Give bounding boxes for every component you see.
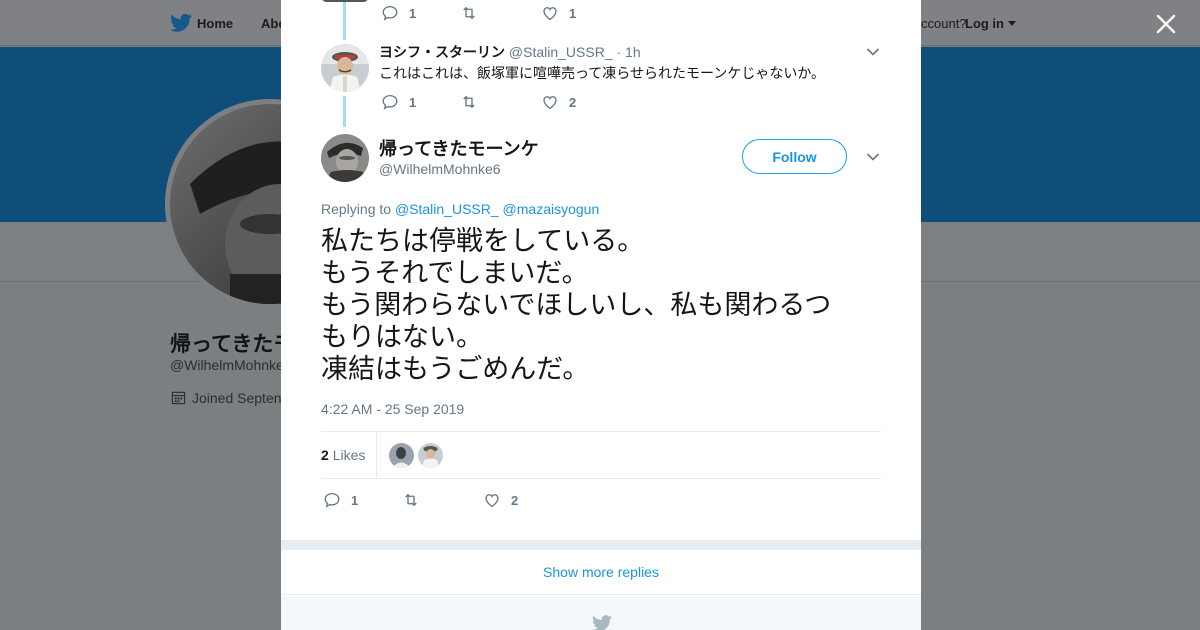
reply-author-name[interactable]: ヨシフ・スターリン — [379, 44, 505, 60]
thread-connector-top — [343, 0, 346, 40]
like-icon — [543, 96, 557, 110]
replying-to-prefix: Replying to — [321, 201, 392, 217]
chevron-down-icon[interactable] — [866, 47, 880, 57]
likes-label: Likes — [332, 447, 366, 463]
login-button[interactable]: Log in — [965, 16, 1004, 31]
close-icon[interactable] — [1154, 12, 1178, 36]
section-separator — [281, 540, 921, 550]
main-like-count: 2 — [511, 492, 519, 508]
parent-reply-count: 1 — [409, 5, 417, 21]
parent-retweet-action[interactable] — [460, 4, 478, 22]
like-icon — [485, 494, 499, 508]
twitter-bird-icon[interactable] — [170, 13, 192, 33]
reply-icon — [382, 5, 398, 21]
tweet-text-line: 凍結はもうごめんだ。 — [321, 354, 590, 385]
profile-joined-date: Joined Septen — [192, 390, 282, 406]
reply-retweet-action[interactable] — [460, 93, 478, 111]
replying-to-link-stalin[interactable]: @Stalin_USSR_ — [395, 201, 499, 217]
reply-time[interactable]: 1h — [625, 44, 641, 60]
main-author-avatar[interactable] — [321, 134, 369, 182]
tweet-text-line: 私たちは停戦をしている。 — [321, 226, 645, 257]
parent-like-count: 1 — [569, 5, 577, 21]
reply-header: ヨシフ・スターリン @Stalin_USSR_ · 1h — [379, 42, 641, 62]
reply-icon — [382, 94, 398, 110]
parent-avatar-edge — [321, 0, 369, 2]
reply-author-avatar[interactable] — [321, 44, 369, 92]
main-like-action[interactable]: 2 — [483, 491, 518, 509]
have-account-text: ccount? — [921, 16, 967, 31]
liker-avatar[interactable] — [389, 443, 414, 468]
tweet-text-line: もりはない。 — [321, 322, 483, 353]
parent-like-action[interactable]: 1 — [541, 4, 576, 22]
calendar-icon — [171, 391, 186, 405]
modal-footer — [281, 596, 921, 630]
like-icon — [543, 7, 557, 21]
stats-divider — [376, 432, 377, 479]
tweet-permalink-modal: 1 1 ヨシフ・スターリン @Stalin_USSR_ · 1h これはこれは、… — [281, 0, 921, 630]
nav-home-link[interactable]: Home — [197, 16, 233, 31]
main-author-handle[interactable]: @WilhelmMohnke6 — [379, 161, 501, 177]
liker-avatar[interactable] — [418, 443, 443, 468]
replying-to-link-mazaisyogun[interactable]: @mazaisyogun — [503, 201, 600, 217]
tweet-text-line: もうそれでしまいだ。 — [321, 258, 589, 289]
likes-stat[interactable]: 2 Likes — [321, 447, 365, 463]
twitter-bird-icon — [592, 615, 612, 630]
main-reply-action[interactable]: 1 — [323, 491, 358, 509]
reply-tweet-text: これはこれは、飯塚軍に喧嘩売って凍らせられたモーンケじゃないか。 — [379, 65, 826, 81]
follow-button[interactable]: Follow — [742, 139, 847, 174]
reply-icon — [324, 492, 340, 508]
retweet-icon — [405, 494, 417, 506]
thread-connector-mid — [343, 96, 346, 127]
tweet-stats-bar: 2 Likes — [321, 431, 881, 479]
retweet-icon — [463, 7, 475, 19]
main-retweet-action[interactable] — [402, 491, 420, 509]
reply-dot-separator: · — [616, 44, 622, 60]
retweet-icon — [463, 96, 475, 108]
replying-to-line: Replying to @Stalin_USSR_ @mazaisyogun — [321, 201, 599, 217]
tweet-timestamp[interactable]: 4:22 AM - 25 Sep 2019 — [321, 401, 464, 417]
likes-number: 2 — [321, 447, 329, 463]
main-tweet-text: 私たちは停戦をしている。 もうそれでしまいだ。 もう関わらないでほしいし、私も関… — [321, 226, 881, 386]
chevron-down-icon[interactable] — [866, 152, 880, 162]
reply-like-action[interactable]: 2 — [541, 93, 576, 111]
profile-handle: @WilhelmMohnke — [170, 357, 284, 373]
main-reply-count: 1 — [351, 492, 359, 508]
reply-like-count: 2 — [569, 94, 577, 110]
login-dropdown-caret-icon[interactable] — [1008, 21, 1016, 26]
tweet-text-line: もう関わらないでほしいし、私も関わるつ — [321, 290, 832, 321]
reply-reply-action[interactable]: 1 — [381, 93, 416, 111]
show-more-replies-button[interactable]: Show more replies — [281, 550, 921, 595]
parent-reply-action[interactable]: 1 — [381, 4, 416, 22]
reply-reply-count: 1 — [409, 94, 417, 110]
reply-author-handle[interactable]: @Stalin_USSR_ — [509, 44, 613, 60]
profile-display-name: 帰ってきたモ — [170, 333, 295, 356]
main-author-name[interactable]: 帰ってきたモーンケ — [379, 135, 539, 161]
